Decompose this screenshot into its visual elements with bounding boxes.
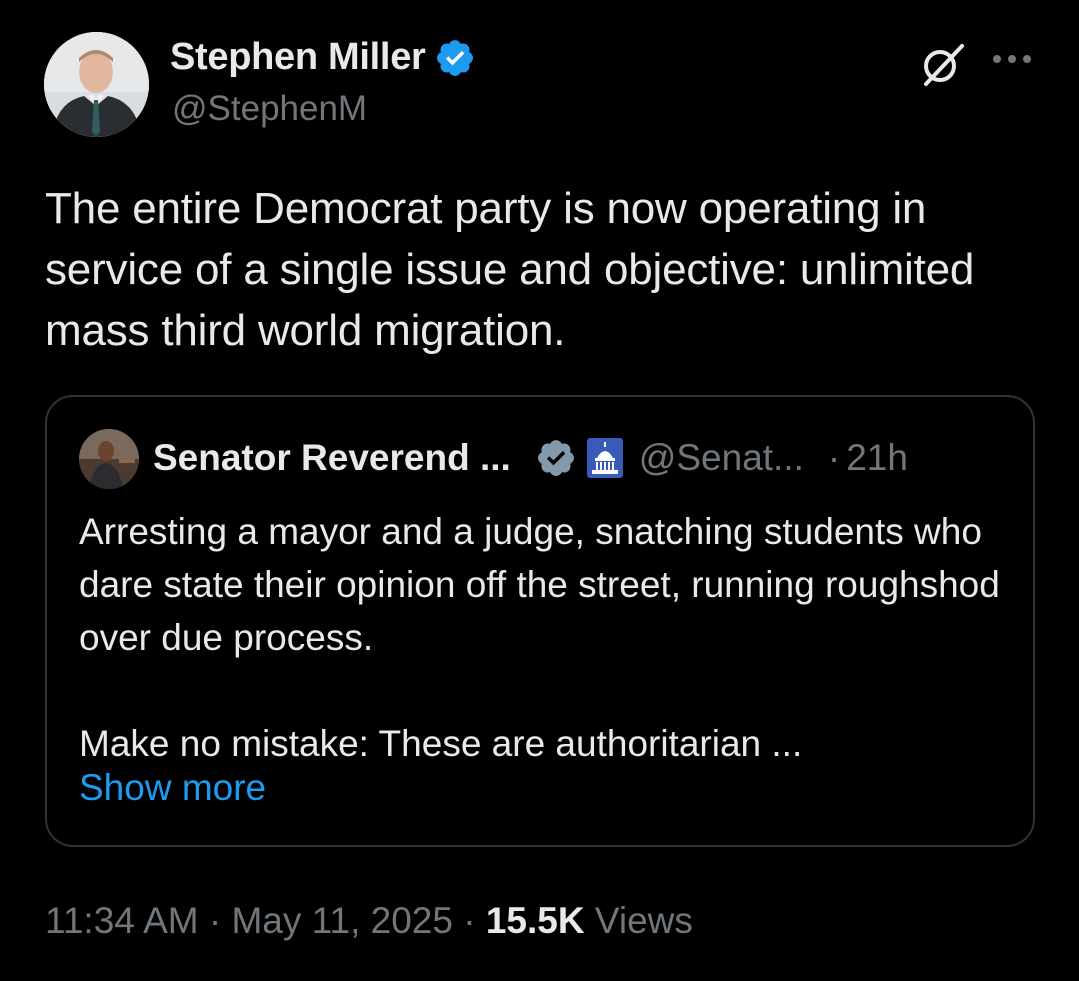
tweet-date[interactable]: May 11, 2025 [231,900,452,941]
show-more-link[interactable]: Show more [79,767,266,809]
separator-dot: · [463,900,476,941]
more-options-icon[interactable] [990,52,1034,66]
quoted-tweet-card[interactable]: Senator Reverend ... @Senat... · 21h Arr… [45,395,1035,847]
quoted-header: Senator Reverend ... @Senat... · 21h [153,437,908,479]
views-count[interactable]: 15.5K [486,900,585,941]
gray-verified-badge-icon [537,440,574,476]
quoted-tweet-text: Arresting a mayor and a judge, snatching… [79,511,1000,764]
capitol-building-icon [586,438,623,478]
quoted-author-handle[interactable]: @Senat... [639,437,804,479]
tweet-time[interactable]: 11:34 AM [45,900,199,941]
quoted-timestamp[interactable]: 21h [846,437,908,479]
views-label[interactable]: Views [595,900,693,941]
quoted-author-name[interactable]: Senator Reverend ... [153,437,511,479]
separator-dot: · [827,437,841,478]
verified-badge-icon [436,39,473,76]
separator-dot: · [208,900,222,941]
author-name-row[interactable]: Stephen Miller [170,36,476,79]
author-avatar[interactable] [44,32,149,137]
grok-icon[interactable] [918,40,966,88]
tweet-meta: 11:34 AM · May 11, 2025 · 15.5K Views [45,900,693,942]
quoted-author-avatar[interactable] [79,429,139,489]
author-name[interactable]: Stephen Miller [170,36,426,79]
author-handle[interactable]: @StephenM [172,89,367,129]
tweet-text: The entire Democrat party is now operati… [45,184,975,355]
